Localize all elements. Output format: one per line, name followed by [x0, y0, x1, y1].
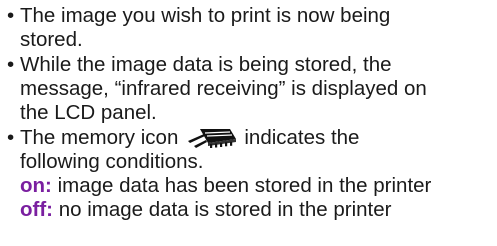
bullet-text-line: While the image data is being stored, th… [20, 53, 392, 76]
status-on-line: on: image data has been stored in the pr… [20, 174, 494, 198]
bullet-dot: • [7, 53, 15, 76]
bullet-item-memory-icon: • The memory icon indicates the followin… [6, 126, 494, 222]
bullet-text-line: following conditions. [20, 150, 204, 173]
bullet-item-stored: • The image you wish to print is now bei… [6, 4, 494, 52]
bullet-text-line: The image you wish to print is now being [20, 4, 391, 27]
bullet-text-line: stored. [20, 28, 83, 51]
bullet-text-line: message, “infrared receiving” is display… [20, 77, 427, 100]
bullet-text-line: The memory icon indicates the [20, 126, 494, 150]
status-off-line: off: no image data is stored in the prin… [20, 198, 494, 222]
bullet-dot: • [7, 4, 15, 27]
bullet-text-line: the LCD panel. [20, 101, 157, 124]
status-on-keyword: on: [20, 174, 52, 197]
bullet-item-storing-message: • While the image data is being stored, … [6, 53, 494, 125]
bullet-dot: • [7, 126, 15, 149]
memory-icon-intro-text: The memory icon [20, 126, 179, 149]
instruction-list: • The image you wish to print is now bei… [6, 4, 494, 222]
status-on-text: image data has been stored in the printe… [51, 174, 432, 197]
memory-card-icon [186, 126, 238, 150]
memory-icon-after-text: indicates the [244, 126, 360, 149]
status-off-keyword: off: [20, 198, 54, 221]
status-off-text: no image data is stored in the printer [53, 198, 392, 221]
